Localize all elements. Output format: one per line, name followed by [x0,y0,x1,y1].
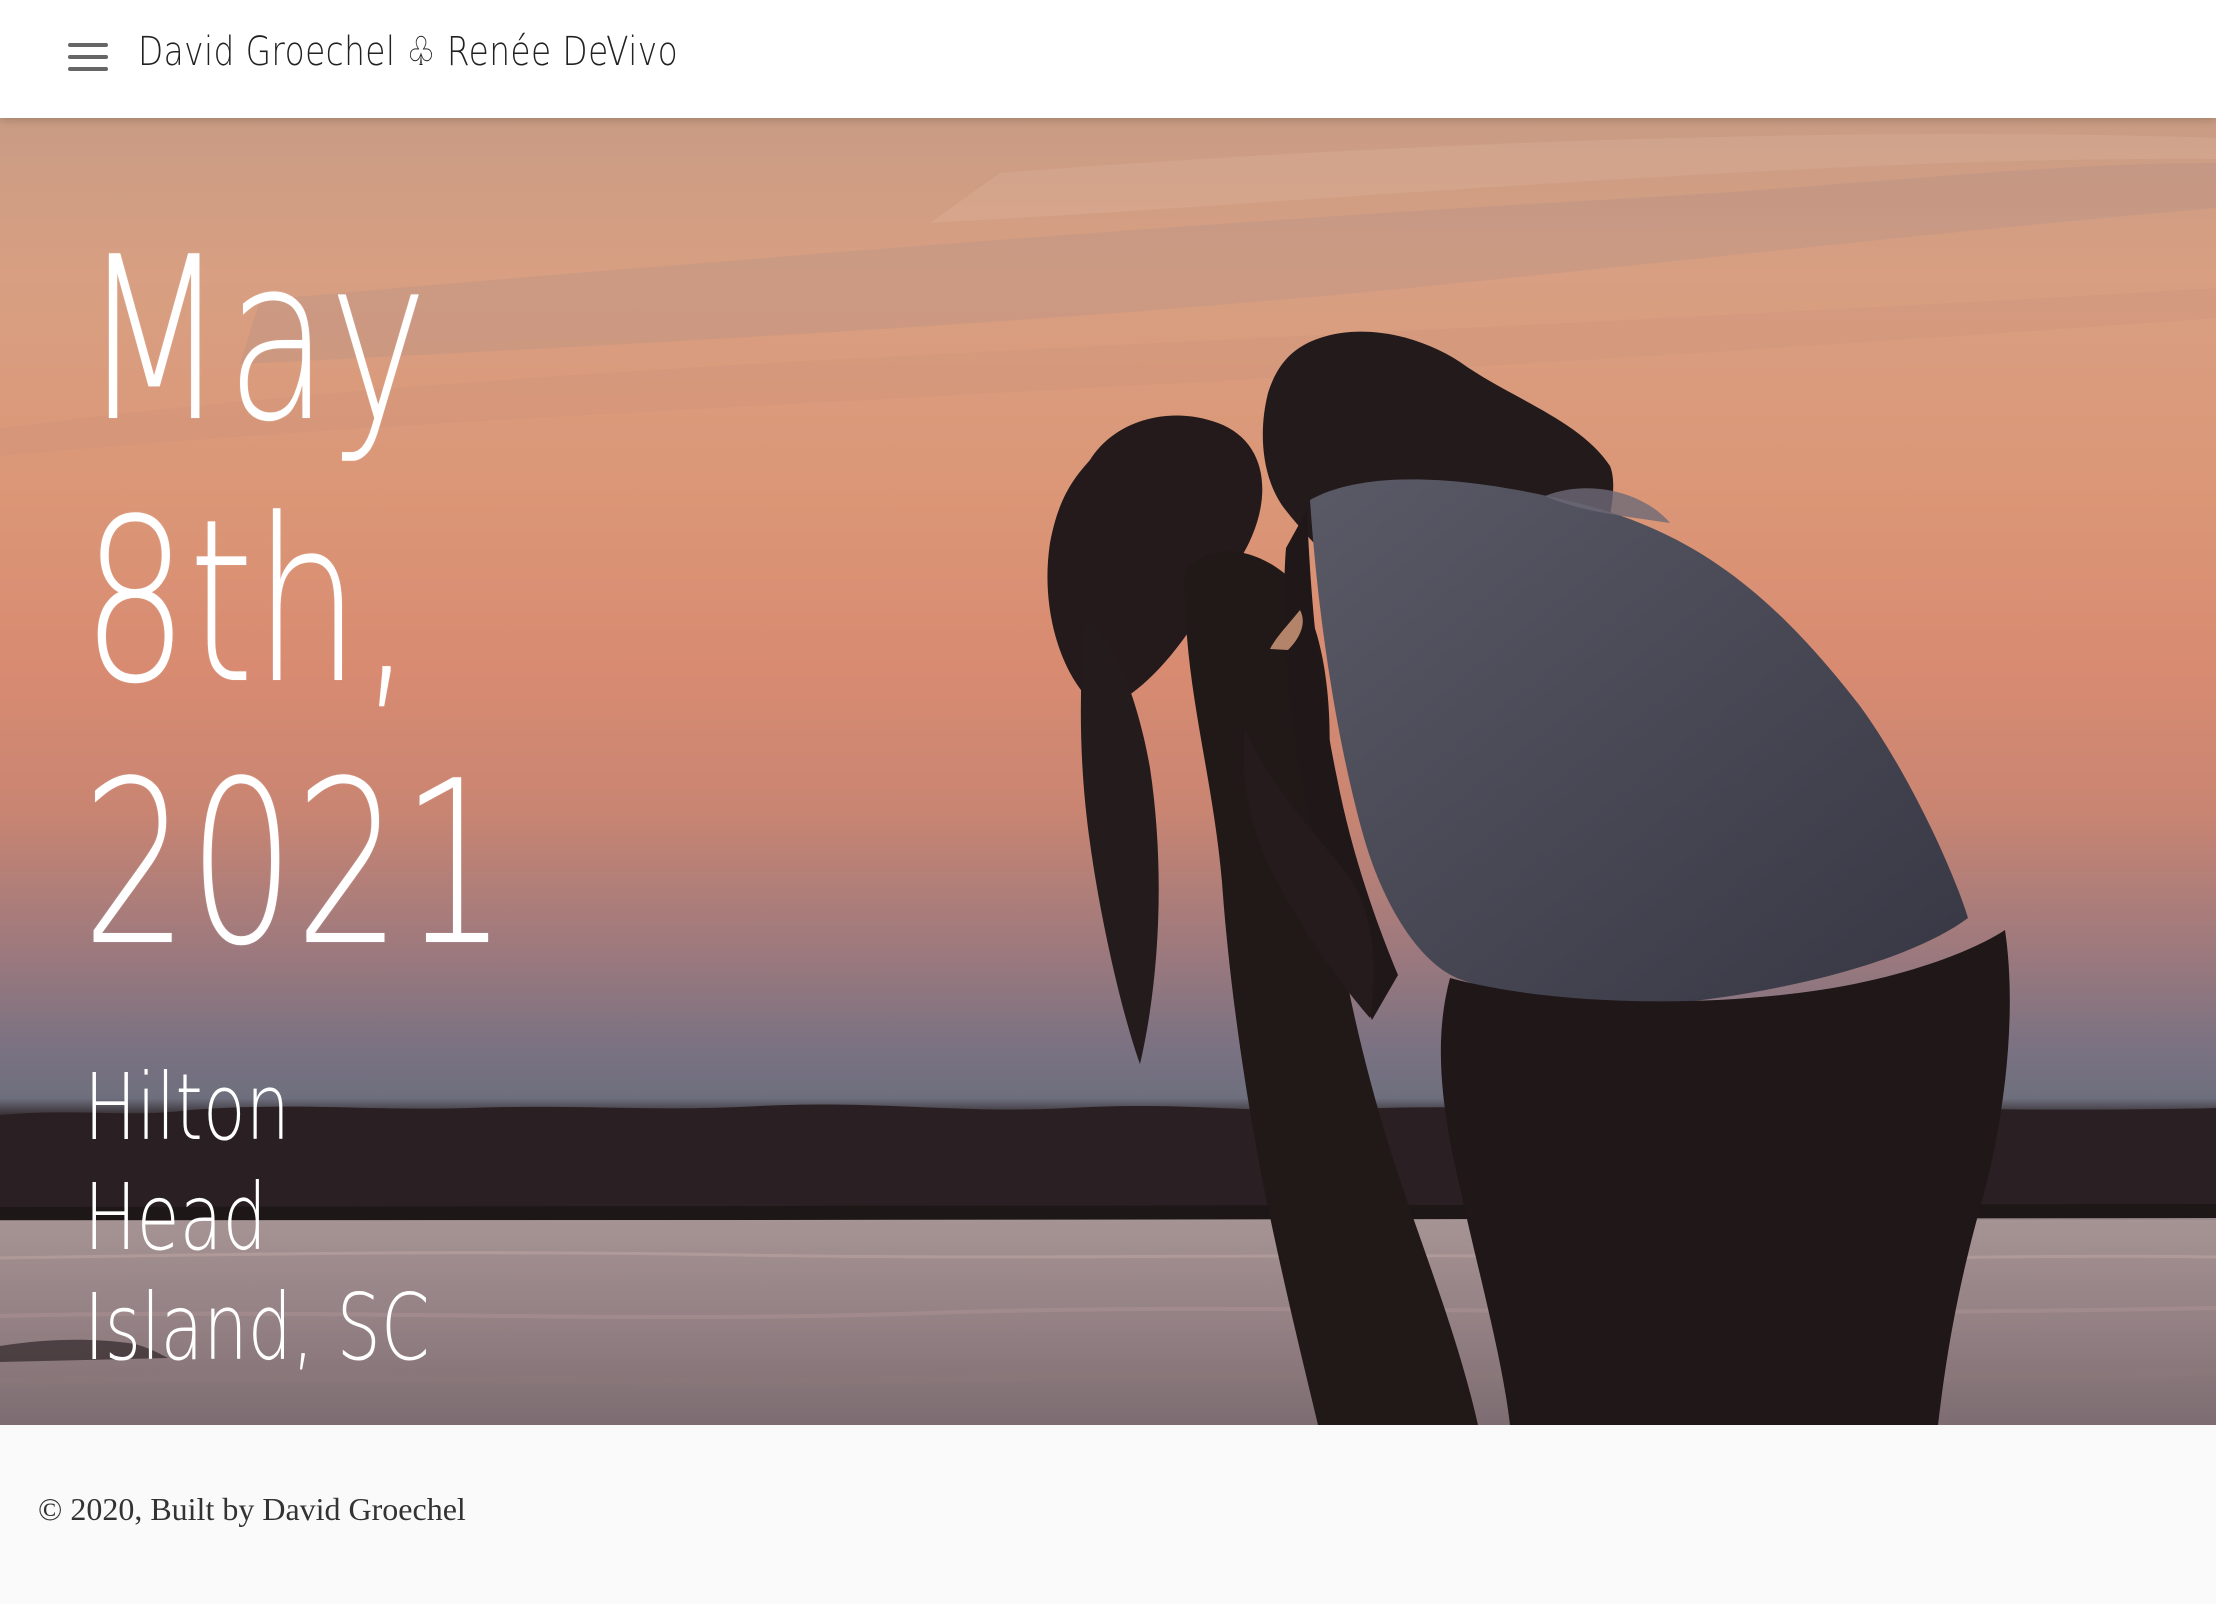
menu-line [68,43,108,47]
wedding-date: May 8th, 2021 [82,209,508,996]
menu-line [68,55,108,59]
wedding-location: Hilton Head Island, SC [84,1054,430,1381]
page-footer: © 2020, Built by David Groechel [0,1425,2216,1604]
top-app-bar: David Groechel ♧ Renée DeVivo [0,0,2216,118]
menu-line [68,67,108,71]
copyright-text: © 2020, Built by David Groechel [38,1491,466,1527]
wedding-home-page: David Groechel ♧ Renée DeVivo May 8th, 2… [0,0,2216,1604]
hero-banner: May 8th, 2021 Hilton Head Island, SC [0,118,2216,1425]
hamburger-menu-icon[interactable] [64,36,116,80]
site-title[interactable]: David Groechel ♧ Renée DeVivo [138,25,678,79]
